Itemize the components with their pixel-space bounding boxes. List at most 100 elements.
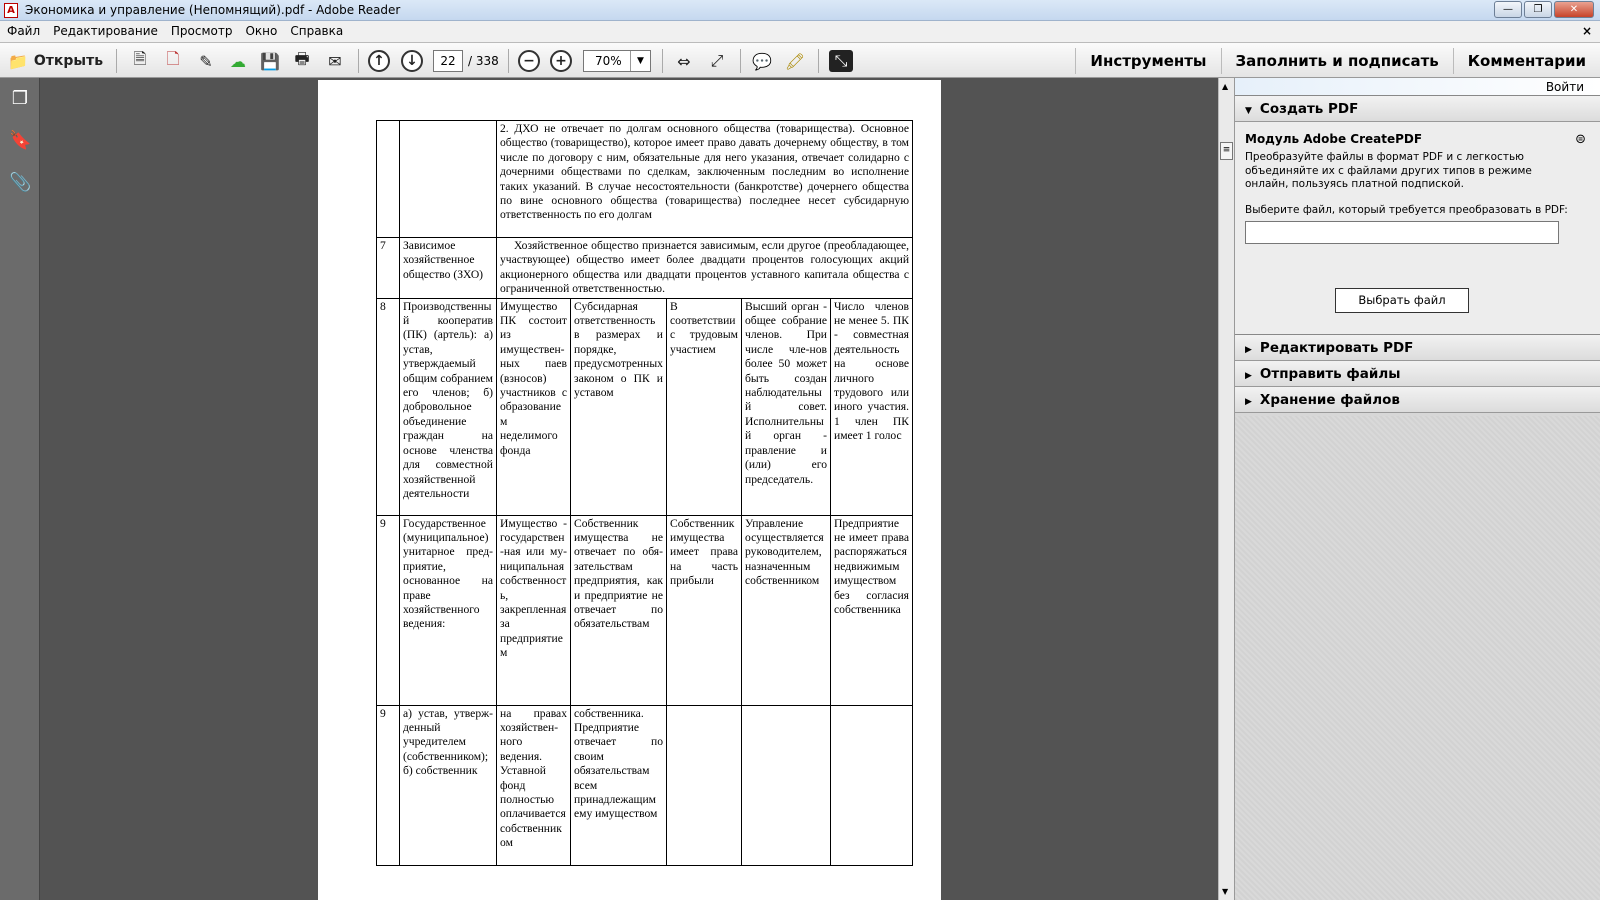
section-title: Отправить файлы [1259,366,1401,382]
section-title: Создать PDF [1259,101,1359,117]
table-cell: Управление осуществляется руководителем,… [741,514,831,706]
row-number: 7 [376,237,400,299]
section-title: Редактировать PDF [1259,340,1414,356]
row-name: Зависимое хозяйственное общество (ЗХО) [399,237,497,299]
pages-icon[interactable]: ❐ [9,88,31,112]
maximize-button[interactable]: ❐ [1524,1,1552,18]
table-cell: Производственный кооператив (ПК) (артель… [399,297,497,516]
email-button[interactable]: ✉ [323,48,347,74]
fill-sign-tab[interactable]: Заполнить и подписать [1220,48,1453,74]
row-text: 2. ДХО не отвечает по долгам основного о… [495,120,914,238]
edit-button[interactable]: ✎ [194,48,218,74]
envelope-icon: ✉ [328,51,342,71]
send-files-section[interactable]: ▶ Отправить файлы [1235,361,1600,387]
table-cell: Предприятие не имеет права распоряжаться… [829,514,914,706]
table-cell: Собственник имущества не отвечает по обя… [570,514,667,706]
store-files-section[interactable]: ▶ Хранение файлов [1235,387,1600,413]
page-number-input[interactable]: 22 [433,50,463,72]
row-number: 9 [376,704,400,866]
create-document-icon: 🗎 [133,48,147,68]
vertical-scrollbar[interactable]: ▲ ≡ ▼ [1218,78,1234,900]
zoom-value: 70% [595,54,622,68]
window-title: Экономика и управление (Непомнящий).pdf … [25,3,401,17]
row-number: 9 [376,514,400,706]
login-link[interactable]: Войти [1235,78,1600,96]
bookmark-icon[interactable]: 🔖 [9,130,31,154]
toolbar: 📁 Открыть 🗎 🗋 ✎ ☁ 💾 🖶 ✉ ↑ ↓ 22 / 338 − +… [0,42,1600,78]
table-cell: Имущество ПК состоит из имуществен-ных п… [496,297,571,516]
combine-button[interactable]: 🗋 [161,48,185,74]
upload-button[interactable]: ☁ [226,48,250,74]
fit-page-button[interactable]: ⤢ [705,48,729,74]
open-button[interactable]: 📁 Открыть [8,48,103,74]
create-pdf-section[interactable]: ▼ Создать PDF [1235,96,1600,122]
printer-icon: 🖶 [294,48,310,68]
menu-file[interactable]: Файл [7,21,40,42]
table-row: 8 Производственный кооператив (ПК) (арте… [376,297,914,516]
fit-width-icon: ⇔ [677,51,691,71]
comment-button[interactable]: 💬 [750,48,774,74]
speech-bubble-icon: 💬 [752,51,772,71]
close-button[interactable]: ✕ [1554,1,1594,18]
adobe-reader-icon: A [4,3,18,18]
table-row: 9 а) устав, утверж-денный учредителем (с… [376,704,914,866]
file-path-input[interactable] [1245,220,1559,244]
scroll-down-icon[interactable]: ▼ [1222,887,1228,896]
save-button[interactable]: 💾 [258,48,282,74]
comments-tab[interactable]: Комментарии [1452,48,1600,74]
document-area: 2. ДХО не отвечает по долгам основного о… [40,78,1218,900]
create-pdf-body: ⊜ Модуль Adobe CreatePDF Преобразуйте фа… [1235,122,1600,335]
module-title: Модуль Adobe CreatePDF [1245,132,1423,146]
document-gear-icon: 🗋 [166,48,180,68]
row-text: Хозяйственное общество признается зависи… [495,237,914,299]
edit-document-icon: ✎ [199,51,213,71]
table-row: 2. ДХО не отвечает по долгам основного о… [376,120,914,238]
page-total: / 338 [468,54,499,68]
highlighter-icon: 🖍 [784,51,806,71]
highlight-button[interactable]: 🖍 [783,48,807,74]
choose-file-label: Выберите файл, который требуется преобра… [1245,203,1568,216]
menu-edit[interactable]: Редактирование [53,21,158,42]
chevron-down-icon[interactable]: ▼ [630,51,650,71]
table-cell: Число членов не менее 5. ПК - совместная… [829,297,914,516]
choose-file-button[interactable]: Выбрать файл [1335,288,1469,313]
table-cell: Имущество - государствен-ная или му-ници… [496,514,571,706]
table-cell: Собственник имущества имеет права на час… [666,514,742,706]
create-pdf-button[interactable]: 🗎 [128,48,152,74]
tools-tab[interactable]: Инструменты [1075,48,1220,74]
zoom-in-button[interactable]: + [550,48,572,74]
cloud-icon: ⊜ [1575,132,1586,147]
full-screen-button[interactable]: ⤡ [829,48,853,74]
table-cell: Субсидарная ответственность в размерах и… [570,297,667,516]
navigation-pane: ❐ 🔖 📎 [0,78,40,900]
arrow-up-icon: ↑ [368,50,390,72]
close-document-button[interactable]: × [1582,21,1592,42]
previous-page-button[interactable]: ↑ [368,48,390,74]
tools-panel: Войти ▼ Создать PDF ⊜ Модуль Adobe Create… [1234,78,1600,900]
save-icon: 💾 [260,51,280,71]
menu-window[interactable]: Окно [245,21,277,42]
edit-pdf-section[interactable]: ▶ Редактировать PDF [1235,335,1600,361]
minus-icon: − [518,50,540,72]
fit-width-button[interactable]: ⇔ [672,48,696,74]
folder-icon: 📁 [7,51,28,71]
minimize-button[interactable]: — [1494,1,1522,18]
table-cell [666,704,742,866]
triangle-right-icon: ▶ [1245,397,1252,407]
zoom-out-button[interactable]: − [518,48,540,74]
table-cell: на правах хозяйствен-ного ведения. Устав… [496,704,571,866]
arrow-down-icon: ↓ [401,50,423,72]
print-button[interactable]: 🖶 [290,48,314,74]
panel-background [1235,416,1600,900]
table-cell [741,704,831,866]
attachment-icon[interactable]: 📎 [9,172,31,196]
next-page-button[interactable]: ↓ [401,48,423,74]
fit-page-icon: ⤢ [710,51,724,70]
open-label: Открыть [33,53,104,69]
menu-view[interactable]: Просмотр [171,21,233,42]
zoom-select[interactable]: 70% ▼ [583,50,651,72]
row-name [399,120,497,238]
menu-help[interactable]: Справка [290,21,343,42]
scroll-thumb[interactable]: ≡ [1220,142,1233,160]
scroll-up-icon[interactable]: ▲ [1222,82,1228,91]
